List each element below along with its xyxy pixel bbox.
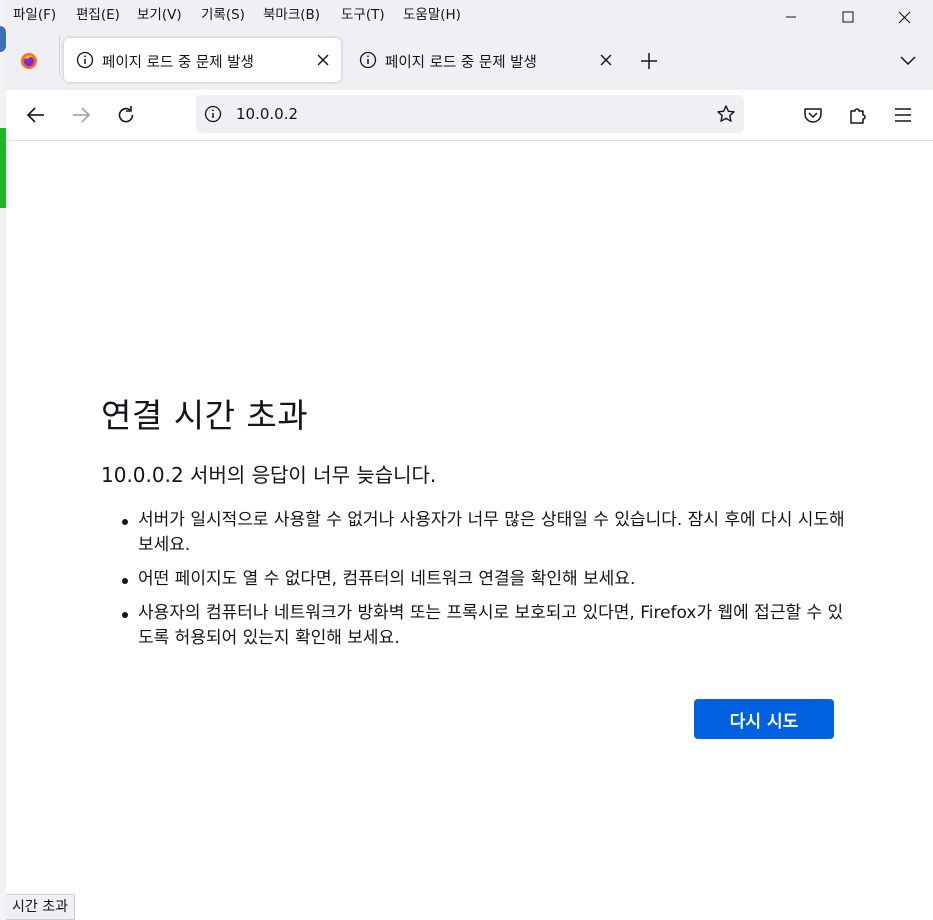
site-info-icon[interactable] — [204, 105, 222, 123]
menu-bar: 파일(F) 편집(E) 보기(V) 기록(S) 북마크(B) 도구(T) 도움말… — [6, 0, 933, 26]
status-panel: 시간 초과 — [6, 894, 75, 920]
reload-icon[interactable] — [114, 103, 138, 127]
tab-active[interactable]: 페이지 로드 중 문제 발생 — [64, 38, 341, 82]
list-item: 어떤 페이지도 열 수 없다면, 컴퓨터의 네트워크 연결을 확인해 보세요. — [120, 567, 850, 592]
info-icon — [76, 51, 94, 69]
list-all-tabs-icon[interactable] — [898, 52, 918, 70]
forward-icon[interactable] — [69, 103, 93, 127]
navigation-toolbar: 10.0.0.2 — [6, 90, 933, 141]
tab-inactive[interactable]: 페이지 로드 중 문제 발생 — [347, 38, 624, 82]
tab-strip: 페이지 로드 중 문제 발생 페이지 로드 중 문제 발생 — [6, 26, 933, 90]
pocket-icon[interactable] — [801, 103, 825, 127]
extensions-icon[interactable] — [846, 103, 870, 127]
error-title: 연결 시간 초과 — [101, 396, 309, 435]
url-text[interactable]: 10.0.0.2 — [236, 105, 298, 123]
list-item: 서버가 일시적으로 사용할 수 없거나 사용자가 너무 많은 상태일 수 있습니… — [120, 508, 850, 558]
menu-view[interactable]: 보기(V) — [137, 3, 182, 23]
error-suggestions: 서버가 일시적으로 사용할 수 없거나 사용자가 너무 많은 상태일 수 있습니… — [120, 508, 850, 660]
tab-close-icon[interactable] — [597, 51, 615, 69]
tab-title: 페이지 로드 중 문제 발생 — [102, 55, 254, 71]
star-icon[interactable] — [716, 104, 736, 124]
browser-window: 파일(F) 편집(E) 보기(V) 기록(S) 북마크(B) 도구(T) 도움말… — [6, 0, 933, 920]
new-tab-icon[interactable] — [638, 50, 660, 72]
menu-tools[interactable]: 도구(T) — [341, 3, 385, 23]
error-description: 10.0.0.2 서버의 응답이 너무 늦습니다. — [101, 463, 437, 487]
list-item: 사용자의 컴퓨터나 네트워크가 방화벽 또는 프록시로 보호되고 있다면, Fi… — [120, 601, 850, 651]
close-icon — [898, 11, 910, 23]
firefox-logo-icon[interactable] — [20, 52, 38, 70]
retry-button[interactable]: 다시 시도 — [694, 699, 834, 739]
menu-file[interactable]: 파일(F) — [13, 3, 56, 23]
menu-edit[interactable]: 편집(E) — [76, 3, 120, 23]
info-icon — [359, 51, 377, 69]
url-bar[interactable]: 10.0.0.2 — [196, 95, 744, 133]
menu-bookmarks[interactable]: 북마크(B) — [263, 3, 320, 23]
maximize-icon — [842, 11, 854, 23]
back-icon[interactable] — [24, 103, 48, 127]
tab-close-icon[interactable] — [314, 51, 332, 69]
menu-history[interactable]: 기록(S) — [201, 3, 245, 23]
tab-title: 페이지 로드 중 문제 발생 — [385, 55, 537, 71]
page-content: 연결 시간 초과 10.0.0.2 서버의 응답이 너무 늦습니다. 서버가 일… — [6, 141, 933, 920]
tab-separator — [59, 36, 60, 76]
minimize-icon — [786, 16, 796, 18]
menu-icon[interactable] — [891, 103, 915, 127]
menu-help[interactable]: 도움말(H) — [403, 3, 461, 23]
